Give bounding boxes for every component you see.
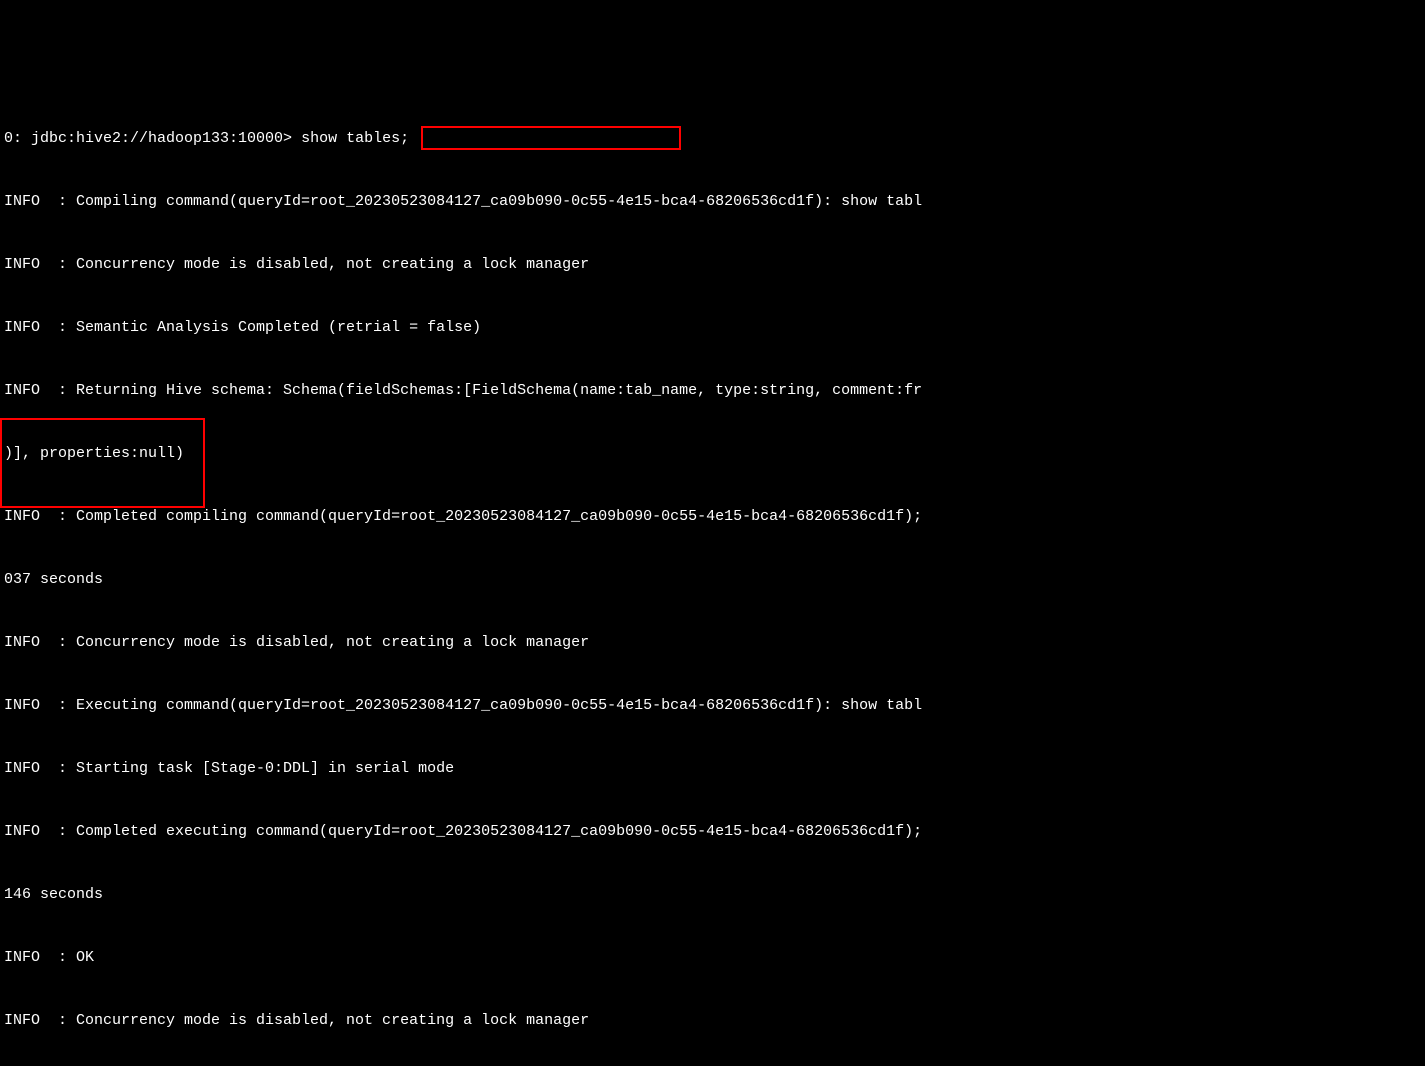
log-line: INFO : Concurrency mode is disabled, not… xyxy=(4,632,1421,653)
command-text[interactable]: show tables; xyxy=(301,130,409,147)
highlight-annotation-command xyxy=(421,126,681,150)
prompt-text: 0: jdbc:hive2://hadoop133:10000> xyxy=(4,130,301,147)
log-line: INFO : Completed executing command(query… xyxy=(4,821,1421,842)
log-line: INFO : Compiling command(queryId=root_20… xyxy=(4,191,1421,212)
log-line: INFO : Semantic Analysis Completed (retr… xyxy=(4,317,1421,338)
log-line: INFO : OK xyxy=(4,947,1421,968)
log-line: INFO : Concurrency mode is disabled, not… xyxy=(4,1010,1421,1031)
log-line: INFO : Returning Hive schema: Schema(fie… xyxy=(4,380,1421,401)
log-line: INFO : Starting task [Stage-0:DDL] in se… xyxy=(4,758,1421,779)
log-line: )], properties:null) xyxy=(4,443,1421,464)
log-line: INFO : Executing command(queryId=root_20… xyxy=(4,695,1421,716)
log-line: 146 seconds xyxy=(4,884,1421,905)
terminal-output: 0: jdbc:hive2://hadoop133:10000> show ta… xyxy=(4,86,1421,1066)
prompt-line: 0: jdbc:hive2://hadoop133:10000> show ta… xyxy=(4,128,1421,149)
log-line: INFO : Completed compiling command(query… xyxy=(4,506,1421,527)
log-line: INFO : Concurrency mode is disabled, not… xyxy=(4,254,1421,275)
log-line: 037 seconds xyxy=(4,569,1421,590)
